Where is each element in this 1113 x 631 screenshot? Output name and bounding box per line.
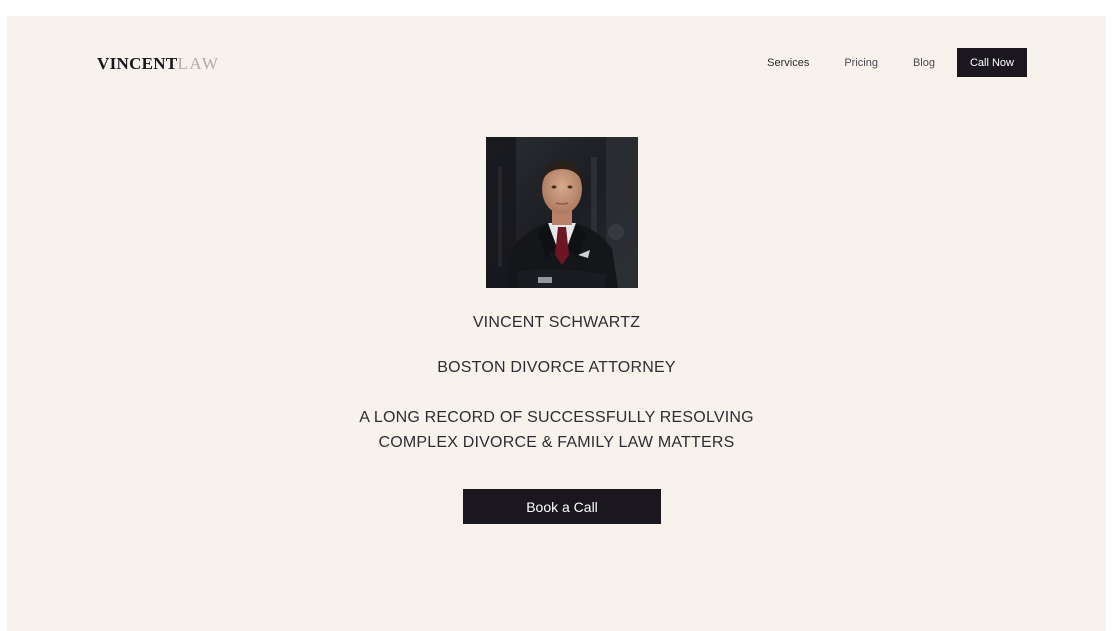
call-now-button[interactable]: Call Now [957, 48, 1027, 77]
hero-tagline: A LONG RECORD OF SUCCESSFULLY RESOLVING … [7, 405, 1106, 455]
nav-link-blog[interactable]: Blog [913, 57, 935, 69]
nav-link-services[interactable]: Services [767, 57, 809, 69]
attorney-name: VINCENT SCHWARTZ [472, 314, 641, 331]
hero-tagline-line1: A LONG RECORD OF SUCCESSFULLY RESOLVING [359, 409, 754, 426]
brand-logo-strong: VINCENT [97, 54, 178, 73]
attorney-portrait [486, 137, 638, 288]
brand-logo[interactable]: VINCENTLAW [97, 54, 219, 74]
main-nav: Services Pricing Blog Call Now [767, 48, 1027, 77]
page-container: VINCENTLAW Services Pricing Blog Call No… [7, 16, 1106, 631]
brand-logo-light: LAW [177, 54, 220, 73]
book-a-call-button[interactable]: Book a Call [463, 489, 661, 524]
hero-tagline-line2: COMPLEX DIVORCE & FAMILY LAW MATTERS [378, 434, 735, 451]
attorney-title: BOSTON DIVORCE ATTORNEY [437, 359, 676, 376]
nav-link-pricing[interactable]: Pricing [844, 57, 878, 69]
attorney-portrait-photo [486, 137, 638, 288]
